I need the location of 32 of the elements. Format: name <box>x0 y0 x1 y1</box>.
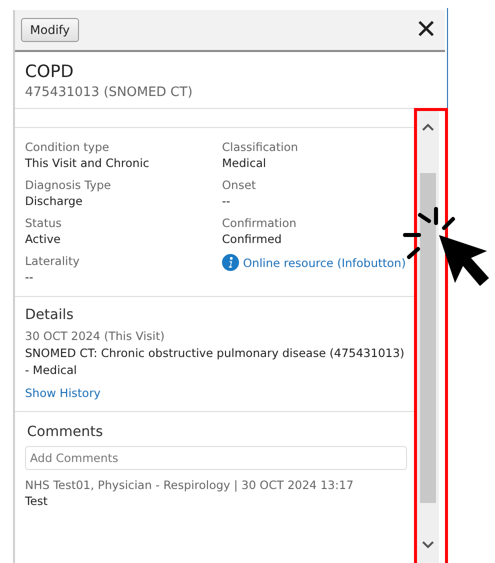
infobutton-link[interactable]: Online resource (Infobutton) <box>243 256 406 270</box>
close-button[interactable]: ✕ <box>415 17 437 43</box>
field-label: Classification <box>222 140 300 154</box>
field-value: This Visit and Chronic <box>25 156 150 170</box>
field-value: -- <box>25 270 34 284</box>
comment-input-field[interactable]: Add Comments <box>25 446 407 470</box>
field-label: Laterality <box>25 254 81 268</box>
details-description: SNOMED CT: Chronic obstructive pulmonary disease (475431013) - Medical <box>25 345 406 380</box>
info-icon <box>222 254 239 271</box>
condition-code: 475431013 (SNOMED CT) <box>25 85 194 100</box>
details-date: 30 OCT 2024 (This Visit) <box>25 329 166 343</box>
field-value: Confirmed <box>222 232 283 246</box>
scrollbar[interactable] <box>417 109 439 563</box>
comment-author: NHS Test01, Physician - Respirology | 30 OCT 2024 13:17 <box>25 478 355 492</box>
scroll-down-icon[interactable] <box>422 541 434 549</box>
field-value: Medical <box>222 156 268 170</box>
details-heading: Details <box>25 307 75 323</box>
field-label: Onset <box>222 178 257 192</box>
field-value: Active <box>25 232 62 246</box>
modify-button[interactable]: Modify <box>21 18 79 42</box>
scroll-thumb[interactable] <box>420 173 436 503</box>
scroll-up-icon[interactable] <box>422 123 434 131</box>
field-label: Diagnosis Type <box>25 178 112 192</box>
comment-text: Test <box>25 494 49 508</box>
field-label: Status <box>25 216 63 230</box>
field-label: Condition type <box>25 140 110 154</box>
field-value: -- <box>222 194 232 208</box>
field-value: Discharge <box>25 194 84 208</box>
condition-title: COPD <box>25 62 75 82</box>
comments-heading: Comments <box>27 424 104 440</box>
show-history-link[interactable]: Show History <box>25 386 101 400</box>
field-label: Confirmation <box>222 216 298 230</box>
